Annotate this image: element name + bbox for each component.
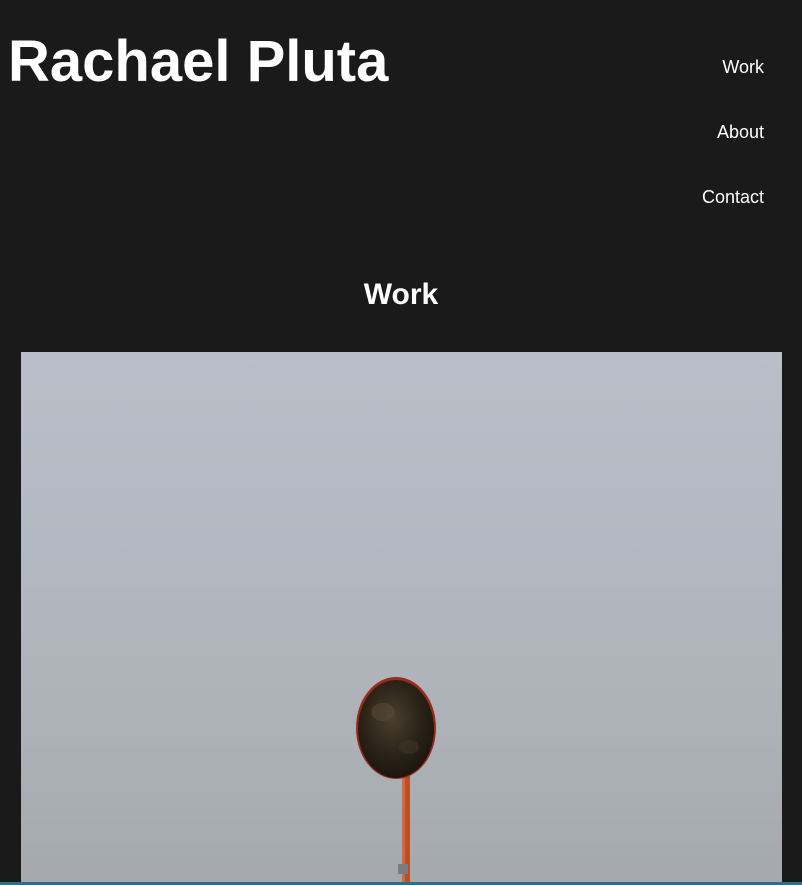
main-nav: Work About Contact bbox=[564, 56, 764, 251]
site-title[interactable]: Rachael Pluta bbox=[8, 28, 388, 96]
mirror-face bbox=[358, 680, 434, 778]
nav-item-work: Work bbox=[564, 56, 764, 121]
road-mirror-photo[interactable] bbox=[21, 352, 782, 885]
nav-link-contact[interactable]: Contact bbox=[702, 187, 764, 207]
mirror-bracket bbox=[398, 864, 408, 874]
nav-item-contact: Contact bbox=[564, 186, 764, 251]
photo-illustration bbox=[356, 677, 436, 885]
section-heading: Work bbox=[363, 278, 439, 311]
nav-link-work[interactable]: Work bbox=[722, 57, 764, 77]
nav-link-about[interactable]: About bbox=[717, 122, 764, 142]
nav-item-about: About bbox=[564, 121, 764, 186]
